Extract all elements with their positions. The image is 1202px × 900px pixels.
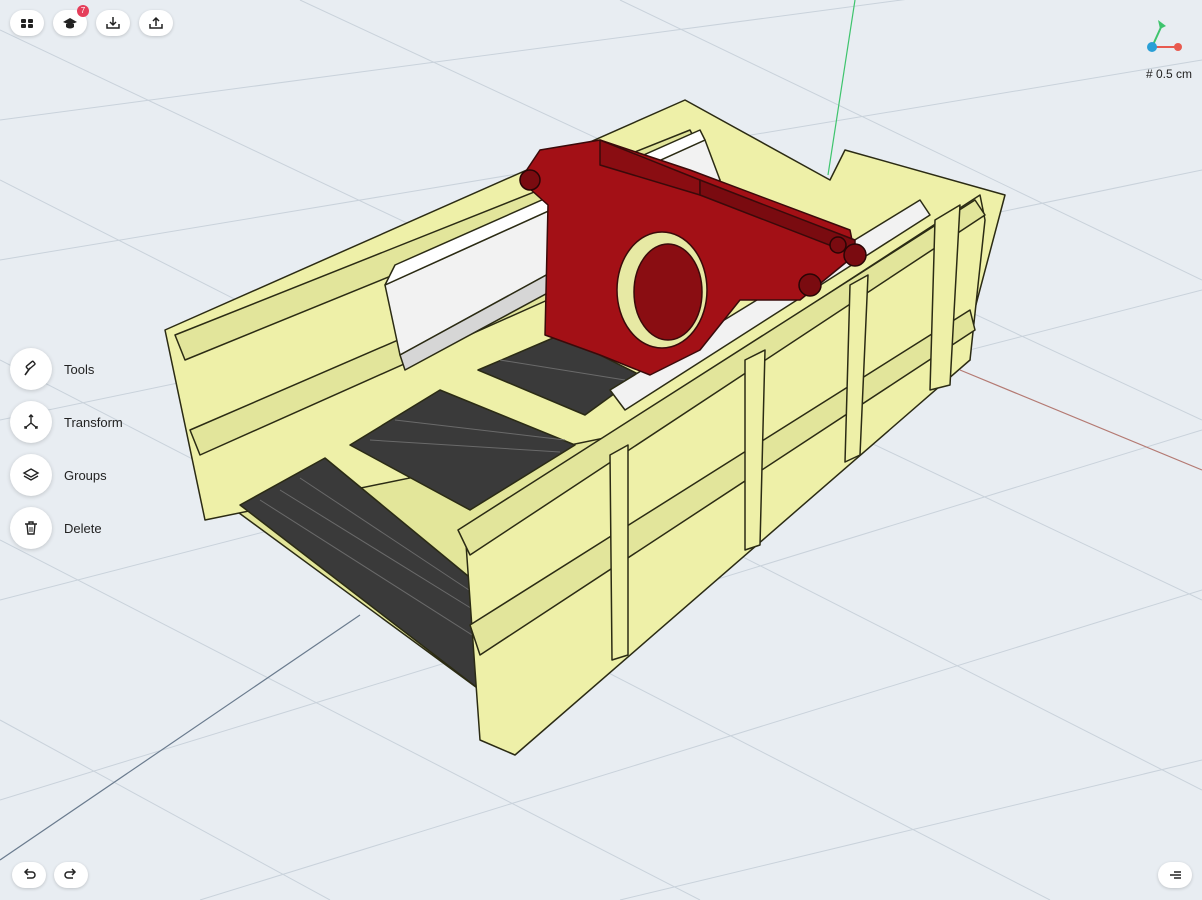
x-axis-line <box>959 369 1202 471</box>
menu-lines-icon <box>1170 871 1181 879</box>
3d-model[interactable] <box>164 99 1006 756</box>
carriage-bore-inner <box>633 243 703 341</box>
export-button[interactable] <box>139 10 173 36</box>
axis-gizmo[interactable] <box>1147 20 1182 52</box>
redo-icon <box>64 868 77 879</box>
tools-button[interactable]: Tools <box>10 348 94 390</box>
delete-circle <box>10 507 52 549</box>
import-button[interactable] <box>96 10 130 36</box>
options-menu-button[interactable] <box>1158 862 1192 888</box>
layers-icon <box>22 468 40 481</box>
upload-tray-icon <box>149 16 163 29</box>
groups-circle <box>10 454 52 496</box>
learn-button[interactable]: 7 <box>53 5 89 36</box>
transform-label: Transform <box>64 414 123 430</box>
z-axis-line <box>0 614 361 861</box>
trash-icon <box>25 521 37 535</box>
tools-label: Tools <box>64 361 95 377</box>
y-axis-line <box>827 0 856 176</box>
menu-grid-button[interactable] <box>10 10 44 36</box>
undo-icon <box>23 868 36 879</box>
tools-circle <box>10 348 52 390</box>
hammer-icon <box>24 360 36 376</box>
grid-menu-icon <box>21 19 33 28</box>
notification-badge: 7 <box>77 5 89 17</box>
groups-button[interactable]: Groups <box>10 454 107 496</box>
redo-button[interactable] <box>54 862 88 888</box>
transform-button[interactable]: Transform <box>10 401 123 443</box>
transform-circle <box>10 401 52 443</box>
delete-label: Delete <box>64 520 102 536</box>
undo-button[interactable] <box>12 862 46 888</box>
grid-size-label: # 0.5 cm <box>1145 67 1192 81</box>
graduation-cap-icon <box>63 18 77 29</box>
transform-icon <box>24 414 38 429</box>
delete-button[interactable]: Delete <box>10 507 102 549</box>
download-tray-icon <box>106 17 120 29</box>
groups-label: Groups <box>64 467 107 483</box>
3d-viewport[interactable] <box>0 0 1202 900</box>
